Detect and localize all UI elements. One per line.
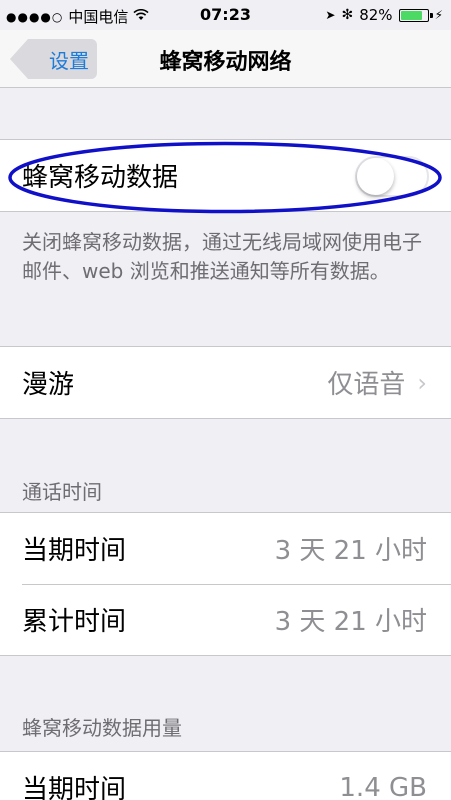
roaming-value: 仅语音 xyxy=(327,370,406,400)
call-time-header: 通话时间 xyxy=(22,480,102,504)
data-usage-current-row: 当期时间 1.4 GB xyxy=(0,752,451,800)
roaming-value-wrap: 仅语音 › xyxy=(327,364,427,401)
call-time-current-label: 当期时间 xyxy=(22,536,127,566)
roaming-label: 漫游 xyxy=(22,370,75,400)
call-time-current-row: 当期时间 3 天 21 小时 xyxy=(0,513,451,584)
cellular-data-footer: 关闭蜂窝移动数据，通过无线局域网使用电子邮件、web 浏览和推送通知等所有数据。 xyxy=(22,230,422,283)
battery-percent: 82% xyxy=(359,6,393,24)
navigation-bar: 设置 蜂窝移动网络 xyxy=(0,30,451,88)
status-right: ➤ ✻ 82% ⚡ xyxy=(325,6,443,24)
call-time-group: 当期时间 3 天 21 小时 累计时间 3 天 21 小时 xyxy=(0,512,451,656)
cellular-data-toggle[interactable] xyxy=(355,156,429,197)
settings-screen: ●●●●○ 中国电信 07:23 ➤ ✻ 82% ⚡ 设置 蜂窝移动网络 蜂窝移… xyxy=(0,0,451,800)
data-usage-header: 蜂窝移动数据用量 xyxy=(22,716,182,740)
charging-icon: ⚡ xyxy=(434,8,443,22)
cellular-data-label: 蜂窝移动数据 xyxy=(22,163,179,193)
call-time-total-value: 3 天 21 小时 xyxy=(274,607,427,637)
battery-fill xyxy=(400,10,422,20)
data-usage-group: 当期时间 1.4 GB xyxy=(0,751,451,800)
location-icon: ➤ xyxy=(325,8,336,22)
roaming-row[interactable]: 漫游 仅语音 › xyxy=(0,347,451,418)
battery-tip xyxy=(429,12,433,18)
cellular-data-row: 蜂窝移动数据 xyxy=(0,140,451,211)
status-bar: ●●●●○ 中国电信 07:23 ➤ ✻ 82% ⚡ xyxy=(0,0,451,30)
page-title: 蜂窝移动网络 xyxy=(159,50,292,75)
bluetooth-icon: ✻ xyxy=(341,7,354,23)
cellular-data-group: 蜂窝移动数据 xyxy=(0,139,451,212)
call-time-current-value: 3 天 21 小时 xyxy=(274,536,427,566)
data-usage-current-label: 当期时间 xyxy=(22,775,127,800)
call-time-total-label: 累计时间 xyxy=(22,607,127,637)
toggle-knob xyxy=(357,158,394,195)
data-usage-current-value: 1.4 GB xyxy=(339,772,427,800)
battery-icon xyxy=(398,8,433,22)
call-time-total-row: 累计时间 3 天 21 小时 xyxy=(0,584,451,655)
chevron-right-icon: › xyxy=(417,368,427,397)
roaming-group: 漫游 仅语音 › xyxy=(0,346,451,419)
